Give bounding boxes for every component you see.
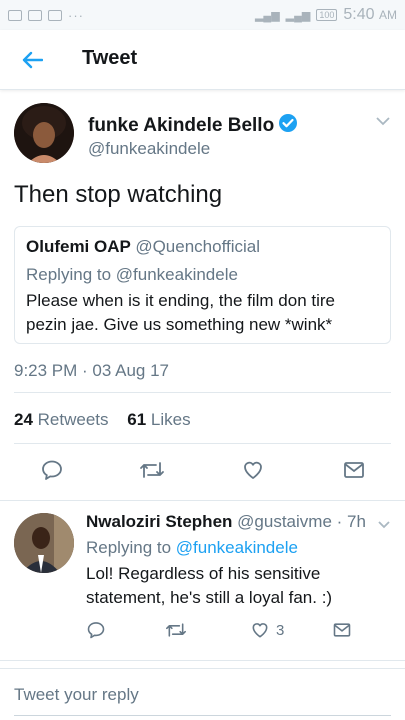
reply-options-button[interactable] <box>377 516 391 534</box>
divider <box>14 443 391 444</box>
quoted-tweet[interactable]: Olufemi OAP @Quenchofficial Replying to … <box>14 226 391 344</box>
quoted-author-handle: @Quenchofficial <box>135 237 260 256</box>
status-bar-left: ··· <box>8 8 84 23</box>
status-bar: ··· ▂▄▆ ▂▄▆ 100 5:40 AM <box>0 0 405 30</box>
likes-label: Likes <box>150 410 191 429</box>
status-clock: 5:40 AM <box>343 6 397 23</box>
reply-actions: 3 <box>0 618 405 644</box>
retweet-button[interactable] <box>138 456 166 484</box>
reply-time: · 7h <box>336 512 366 531</box>
heart-icon <box>252 623 268 638</box>
reply-button[interactable] <box>38 456 66 484</box>
retweets-count: 24 <box>14 410 33 429</box>
replying-to-label: Replying to <box>86 538 176 557</box>
author-handle[interactable]: @funkeakindele <box>88 139 210 159</box>
reply-retweet-button[interactable] <box>164 618 188 642</box>
like-button[interactable] <box>239 456 267 484</box>
reply-author-name[interactable]: Nwaloziri Stephen <box>86 512 232 531</box>
tweet-separator <box>0 500 405 501</box>
reply-input-underline <box>14 715 391 716</box>
quoted-author: Olufemi OAP @Quenchofficial <box>26 237 379 257</box>
reply-reply-button[interactable] <box>86 618 106 642</box>
envelope-icon <box>333 623 351 637</box>
avatar-photo <box>14 513 74 573</box>
replying-to-link[interactable]: @funkeakindele <box>176 538 298 557</box>
signal-icon-2: ▂▄▆ <box>285 9 311 22</box>
arrow-left-icon <box>22 51 43 69</box>
chevron-down-icon <box>376 117 390 126</box>
reply-like-count: 3 <box>276 621 285 639</box>
reply-dm-button[interactable] <box>332 618 352 642</box>
verified-badge-icon <box>279 114 298 132</box>
reply-input[interactable]: Tweet your reply <box>14 685 139 705</box>
avatar-photo <box>14 103 74 163</box>
tweet-text: Then stop watching <box>14 181 223 208</box>
chat-icon <box>28 9 42 21</box>
page-title: Tweet <box>82 47 138 69</box>
retweet-icon <box>166 623 186 637</box>
tweet-actions <box>0 456 405 486</box>
reply-separator <box>0 660 405 661</box>
app-header: Tweet <box>0 30 405 90</box>
divider <box>14 392 391 393</box>
heart-icon <box>244 461 262 479</box>
quoted-replying-to: Replying to @funkeakindele <box>26 265 238 284</box>
quoted-author-name: Olufemi OAP <box>26 237 131 256</box>
tweet-stats: 24 Retweets 61 Likes <box>14 410 191 430</box>
reply-icon <box>87 622 105 639</box>
more-notifications-icon: ··· <box>68 7 84 23</box>
retweets-label: Retweets <box>37 410 109 429</box>
retweet-icon <box>140 462 164 478</box>
author-name[interactable]: funke Akindele Bello <box>88 113 298 137</box>
status-bar-right: ▂▄▆ ▂▄▆ 100 5:40 AM <box>255 6 397 24</box>
reply-header: Nwaloziri Stephen @gustaivme · 7h <box>86 512 366 532</box>
quoted-text: Please when is it ending, the film don t… <box>26 291 336 334</box>
back-button[interactable] <box>18 48 46 72</box>
signal-icon: ▂▄▆ <box>254 9 280 22</box>
message-icon <box>8 9 22 21</box>
retweets-stat[interactable]: 24 Retweets <box>14 410 109 429</box>
envelope-icon <box>344 462 364 478</box>
battery-icon: 100 <box>316 9 338 21</box>
image-icon <box>48 9 62 21</box>
likes-stat[interactable]: 61 Likes <box>127 410 190 429</box>
reply-icon <box>42 460 62 480</box>
reply-author-handle[interactable]: @gustaivme <box>237 512 332 531</box>
reply-author-avatar[interactable] <box>14 513 74 573</box>
reply-replying-to: Replying to @funkeakindele <box>86 538 298 558</box>
tweet-timestamp: 9:23 PM · 03 Aug 17 <box>14 361 169 380</box>
chevron-down-icon <box>378 521 390 529</box>
compose-reply-bar: Tweet your reply <box>0 668 405 720</box>
direct-message-button[interactable] <box>340 456 368 484</box>
author-avatar[interactable] <box>14 103 74 163</box>
reply-like-button[interactable]: 3 <box>250 618 284 642</box>
reply-text: Lol! Regardless of his sensitive stateme… <box>86 564 333 607</box>
tweet-options-button[interactable] <box>375 113 391 131</box>
likes-count: 61 <box>127 410 147 429</box>
